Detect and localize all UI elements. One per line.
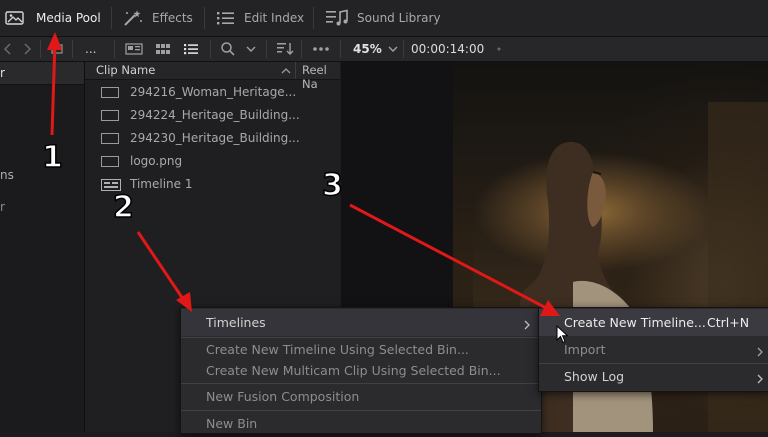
arrow-2	[136, 231, 192, 312]
annotation-number: 2	[112, 189, 134, 226]
annotation-number: 1	[41, 139, 63, 176]
arrow-1	[47, 32, 62, 136]
arrow-3	[349, 203, 560, 316]
annotation-number: 3	[321, 167, 343, 204]
